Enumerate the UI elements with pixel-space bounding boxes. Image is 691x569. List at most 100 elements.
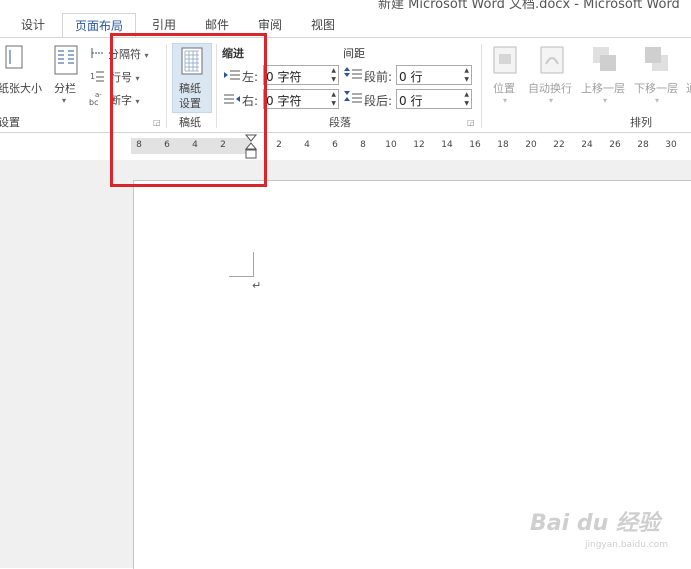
indent-right-label: 右: [242, 94, 259, 108]
ruler-tick: 10 [385, 140, 397, 150]
hyphenation-button[interactable]: 断字 ▾ [110, 92, 140, 108]
breaks-dropdown-icon: ▾ [144, 51, 149, 60]
position-dropdown-icon[interactable]: ▾ [503, 96, 507, 105]
ruler-tick: 6 [332, 140, 338, 150]
ruler-tick: 4 [192, 140, 198, 150]
paragraph-group-label: 段落 [329, 116, 351, 129]
indent-marker-icon[interactable] [244, 134, 258, 163]
send-backward-label[interactable]: 下移一层 [634, 80, 678, 96]
tab-references[interactable]: 引用 [143, 13, 185, 37]
ruler-tick: 24 [581, 140, 593, 150]
manuscript-settings-button[interactable]: 稿纸 设置 [172, 43, 212, 113]
manuscript-label-line2: 设置 [179, 97, 201, 110]
baidu-watermark-url: jingyan.baidu.com [585, 540, 669, 550]
ruler-tick: 4 [304, 140, 310, 150]
indent-right-value: 0 字符 [266, 94, 302, 108]
manuscript-grid-icon [181, 47, 203, 78]
indent-right-icon [224, 93, 240, 108]
spacing-after-label: 段后: [364, 94, 393, 108]
ruler-tick: 2 [276, 140, 282, 150]
tab-view[interactable]: 视图 [302, 13, 344, 37]
indent-left-value: 0 字符 [266, 70, 302, 84]
ruler-tick: 14 [441, 140, 453, 150]
breaks-button[interactable]: 分隔符 ▾ [108, 46, 149, 62]
tab-mailings[interactable]: 邮件 [196, 13, 238, 37]
manuscript-group-label: 稿纸 [179, 116, 201, 129]
manuscript-label-line1: 稿纸 [179, 82, 201, 95]
line-numbers-icon: 1 [90, 69, 106, 86]
ruler-tick: 8 [136, 140, 142, 150]
tab-design[interactable]: 设计 [12, 13, 54, 37]
spacing-after-value: 0 行 [399, 94, 423, 108]
spacing-before-label: 段前: [364, 70, 393, 84]
indent-right-input[interactable]: 0 字符 ▲ ▼ [263, 89, 339, 109]
breaks-label: 分隔符 [108, 48, 141, 61]
indent-left-label: 左: [242, 70, 259, 84]
line-numbers-button[interactable]: 行号 ▾ [110, 69, 140, 85]
page-setup-group-label: 设置 [0, 116, 20, 129]
page-setup-launcher-icon[interactable]: ◲ [153, 118, 161, 127]
ruler-tick: 26 [609, 140, 621, 150]
svg-text:bc: bc [89, 98, 98, 107]
margin-corner-mark [229, 252, 254, 277]
window-title: 新建 Microsoft Word 文档.docx - Microsoft Wo… [378, 0, 680, 12]
paper-size-label[interactable]: 纸张大小 [0, 80, 42, 96]
ruler-tick: 12 [413, 140, 425, 150]
breaks-icon [90, 46, 106, 63]
ruler-tick: 6 [164, 140, 170, 150]
indent-left-spinner-icon[interactable]: ▲ ▼ [331, 66, 336, 84]
hyphenation-label: 断字 [110, 94, 132, 107]
indent-left-icon [224, 69, 240, 84]
send-backward-icon [644, 46, 670, 77]
spacing-after-spinner-icon[interactable]: ▲ ▼ [464, 90, 469, 108]
spacing-before-spinner-icon[interactable]: ▲ ▼ [464, 66, 469, 84]
ribbon: 纸张大小 分栏 ▾ 分隔符 ▾ 1 行号 ▾ a-bc 断字 ▾ 设置 ◲ 稿纸… [0, 37, 691, 133]
align-truncated-label[interactable]: 通 [686, 80, 691, 96]
spacing-after-icon [344, 90, 362, 109]
arrange-group-label: 排列 [630, 116, 652, 129]
indent-header: 缩进 [222, 47, 244, 60]
ruler-tick: 2 [220, 140, 226, 150]
ruler-area: 8 6 4 2 2 4 6 8 10 12 14 16 18 20 22 24 26 28 30 [0, 133, 691, 160]
indent-left-input[interactable]: 0 字符 ▲ ▼ [263, 65, 339, 85]
baidu-watermark: Bai du 经验 [530, 511, 660, 536]
hyphenation-dropdown-icon: ▾ [135, 97, 140, 106]
columns-label[interactable]: 分栏 [54, 80, 76, 96]
spacing-after-input[interactable]: 0 行 ▲ ▼ [396, 89, 472, 109]
ribbon-tabs: 设计 页面布局 引用 邮件 审阅 视图 [0, 13, 691, 37]
bring-forward-label[interactable]: 上移一层 [581, 80, 625, 96]
spacing-header: 间距 [343, 47, 365, 60]
line-numbers-label: 行号 [110, 71, 132, 84]
ruler-tick: 22 [553, 140, 565, 150]
columns-dropdown-icon[interactable]: ▾ [62, 96, 66, 105]
ruler-tick: 30 [665, 140, 677, 150]
columns-icon [54, 45, 78, 75]
bring-forward-dropdown-icon[interactable]: ▾ [603, 96, 607, 105]
ruler-tick: 16 [469, 140, 481, 150]
spacing-before-input[interactable]: 0 行 ▲ ▼ [396, 65, 472, 85]
send-backward-dropdown-icon[interactable]: ▾ [655, 96, 659, 105]
indent-right-spinner-icon[interactable]: ▲ ▼ [331, 90, 336, 108]
svg-text:1: 1 [90, 72, 95, 81]
position-icon [493, 46, 517, 77]
paragraph-launcher-icon[interactable]: ◲ [467, 118, 475, 127]
ruler-tick: 28 [637, 140, 649, 150]
bring-forward-icon [592, 46, 618, 77]
group-separator [481, 44, 482, 128]
line-numbers-dropdown-icon: ▾ [135, 74, 140, 83]
wrap-text-icon [540, 46, 564, 77]
position-label[interactable]: 位置 [493, 80, 515, 96]
paper-size-icon [4, 44, 26, 72]
horizontal-ruler[interactable]: 8 6 4 2 2 4 6 8 10 12 14 16 18 20 22 24 26 28 30 [131, 134, 691, 159]
spacing-before-value: 0 行 [399, 70, 423, 84]
wrap-text-dropdown-icon[interactable]: ▾ [549, 96, 553, 105]
spacing-before-icon [344, 66, 362, 85]
title-bar: 新建 Microsoft Word 文档.docx - Microsoft Wo… [0, 0, 691, 13]
group-separator [216, 44, 217, 128]
hyphenation-icon: a-bc [89, 91, 107, 110]
wrap-text-label[interactable]: 自动换行 [528, 80, 572, 96]
ruler-tick: 20 [525, 140, 537, 150]
tab-page-layout[interactable]: 页面布局 [62, 13, 136, 37]
tab-review[interactable]: 审阅 [249, 13, 291, 37]
ruler-tick: 18 [497, 140, 509, 150]
